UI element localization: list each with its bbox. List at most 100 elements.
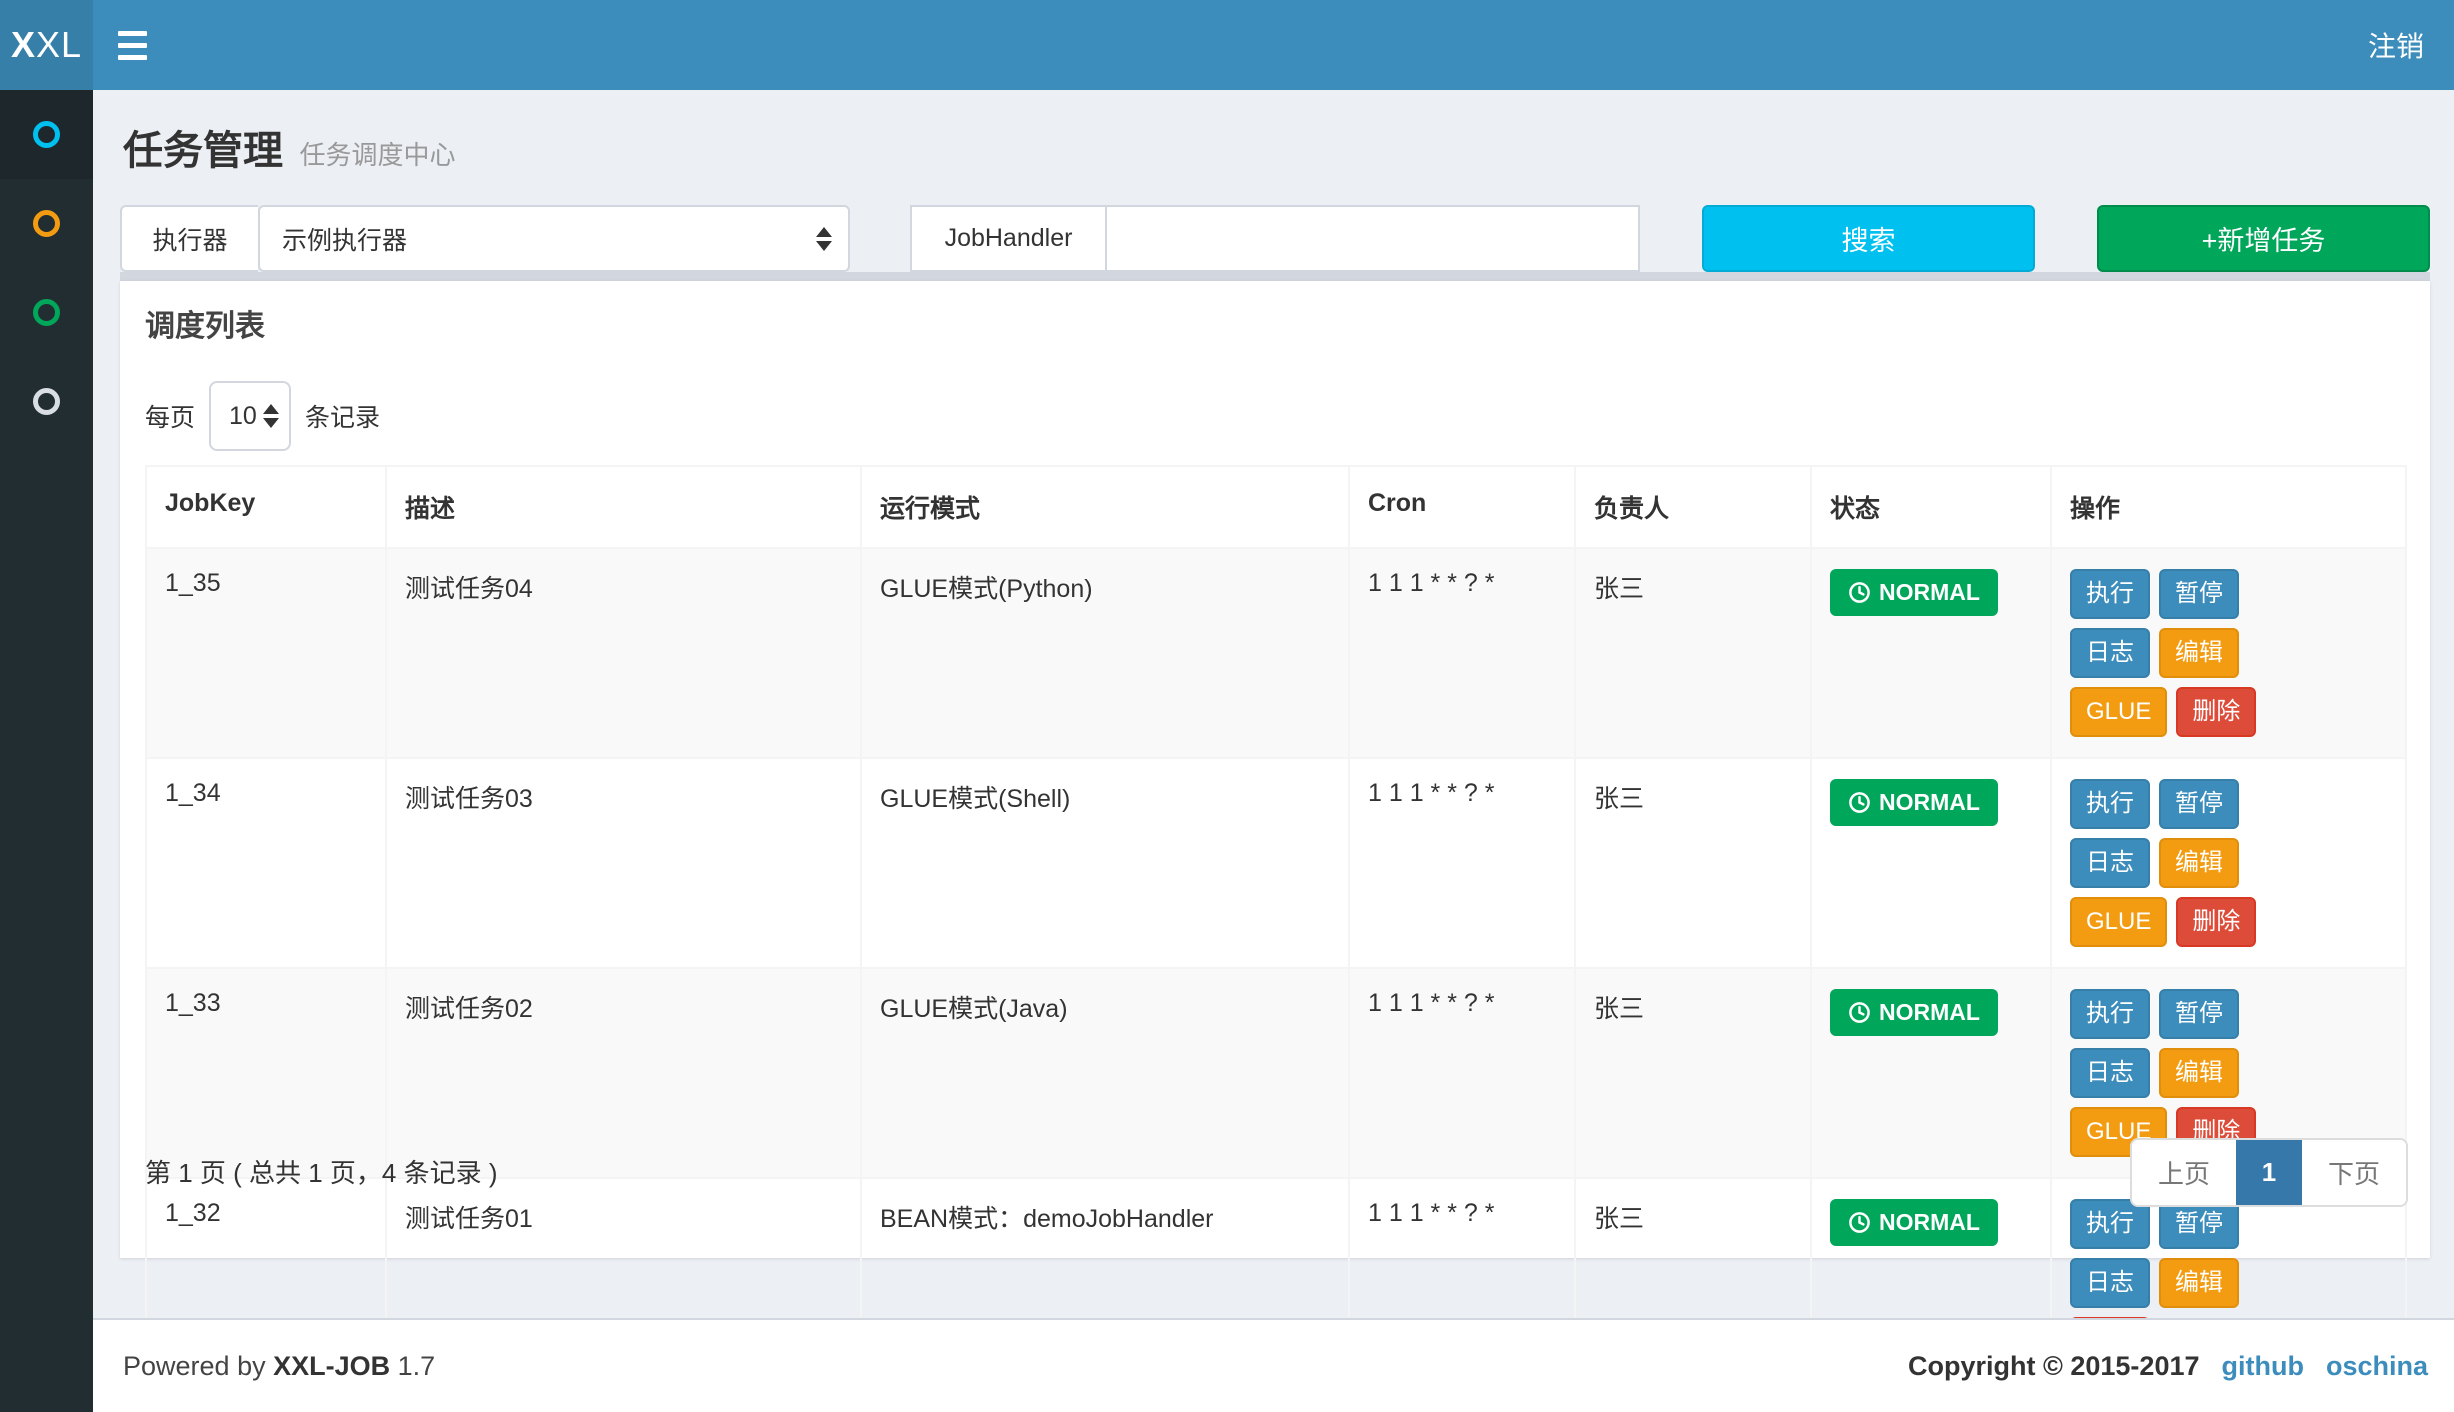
executor-filter-group: 执行器 示例执行器 bbox=[120, 205, 850, 272]
status-text: NORMAL bbox=[1879, 1209, 1980, 1236]
clock-icon bbox=[1848, 791, 1871, 814]
jobs-table-header-row: JobKey描述运行模式Cron负责人状态操作 bbox=[146, 466, 2406, 548]
cell-owner: 张三 bbox=[1575, 548, 1811, 758]
cell-mode: GLUE模式(Shell) bbox=[861, 758, 1349, 968]
action-button-blue-0[interactable]: 执行 bbox=[2070, 989, 2150, 1039]
panel-title: 调度列表 bbox=[145, 301, 265, 345]
action-button-blue-2[interactable]: 日志 bbox=[2070, 838, 2150, 888]
job-row-1_34: 1_34测试任务03GLUE模式(Shell)1 1 1 * * ? *张三NO… bbox=[146, 758, 2406, 968]
jobhandler-filter-group: JobHandler bbox=[910, 205, 1640, 272]
clock-icon bbox=[1848, 1211, 1871, 1234]
hamburger-icon bbox=[118, 31, 147, 36]
action-button-blue-0[interactable]: 执行 bbox=[2070, 779, 2150, 829]
action-button-red-5[interactable]: 删除 bbox=[2176, 687, 2256, 737]
circle-icon bbox=[33, 299, 60, 326]
pagination: 上页 1 下页 bbox=[2130, 1138, 2408, 1207]
jobhandler-label: JobHandler bbox=[910, 205, 1105, 272]
sidebar-item-help[interactable] bbox=[0, 357, 93, 446]
status-badge: NORMAL bbox=[1830, 779, 1998, 826]
search-button[interactable]: 搜索 bbox=[1702, 205, 2035, 272]
clock-icon bbox=[1848, 1001, 1871, 1024]
cell-desc: 测试任务03 bbox=[386, 758, 861, 968]
status-text: NORMAL bbox=[1879, 579, 1980, 606]
logo-bold: X bbox=[11, 24, 36, 66]
action-button-orange-3[interactable]: 编辑 bbox=[2159, 1258, 2239, 1308]
cell-desc: 测试任务02 bbox=[386, 968, 861, 1178]
next-page-button[interactable]: 下页 bbox=[2302, 1140, 2406, 1205]
toolbar-divider bbox=[120, 272, 2430, 281]
cell-cron: 1 1 1 * * ? * bbox=[1349, 968, 1575, 1178]
filter-toolbar: 执行器 示例执行器 JobHandler 搜索 +新增任务 bbox=[93, 205, 2454, 272]
sidebar-item-log-manage[interactable] bbox=[0, 179, 93, 268]
oschina-link[interactable]: oschina bbox=[2326, 1351, 2428, 1382]
cell-mode: GLUE模式(Java) bbox=[861, 968, 1349, 1178]
column-header[interactable]: 描述 bbox=[386, 466, 861, 548]
executor-label: 执行器 bbox=[120, 205, 258, 272]
action-button-red-5[interactable]: 删除 bbox=[2176, 897, 2256, 947]
page-header: 任务管理 任务调度中心 bbox=[123, 118, 455, 176]
cell-jobkey: 1_33 bbox=[146, 968, 386, 1178]
page-size-control: 每页 10 条记录 bbox=[145, 381, 380, 451]
action-button-blue-2[interactable]: 日志 bbox=[2070, 1048, 2150, 1098]
logo-rest: XL bbox=[36, 24, 82, 66]
action-button-orange-3[interactable]: 编辑 bbox=[2159, 1048, 2239, 1098]
product-version: 1.7 bbox=[398, 1351, 436, 1381]
circle-icon bbox=[33, 210, 60, 237]
column-header[interactable]: 运行模式 bbox=[861, 466, 1349, 548]
column-header[interactable]: Cron bbox=[1349, 466, 1575, 548]
action-button-orange-4[interactable]: GLUE bbox=[2070, 687, 2167, 737]
jobhandler-input[interactable] bbox=[1105, 205, 1640, 272]
top-navbar: XXL 注销 bbox=[0, 0, 2454, 90]
action-button-orange-3[interactable]: 编辑 bbox=[2159, 838, 2239, 888]
job-row-1_35: 1_35测试任务04GLUE模式(Python)1 1 1 * * ? *张三N… bbox=[146, 548, 2406, 758]
sidebar-nav bbox=[0, 90, 93, 1412]
job-row-1_33: 1_33测试任务02GLUE模式(Java)1 1 1 * * ? *张三NOR… bbox=[146, 968, 2406, 1178]
action-button-blue-0[interactable]: 执行 bbox=[2070, 569, 2150, 619]
select-arrows-icon bbox=[816, 227, 832, 251]
app-logo[interactable]: XXL bbox=[0, 0, 93, 90]
action-button-blue-1[interactable]: 暂停 bbox=[2159, 989, 2239, 1039]
sidebar-item-registry[interactable] bbox=[0, 268, 93, 357]
page-title: 任务管理 bbox=[123, 129, 283, 173]
cell-owner: 张三 bbox=[1575, 968, 1811, 1178]
cell-status: NORMAL bbox=[1811, 968, 2051, 1178]
page-size-prefix: 每页 bbox=[145, 398, 195, 434]
cell-desc: 测试任务04 bbox=[386, 548, 861, 758]
executor-select[interactable]: 示例执行器 bbox=[258, 205, 850, 272]
schedule-list-panel: 调度列表 每页 10 条记录 JobKey描述运行模式Cron负责人状态操作 1… bbox=[120, 281, 2430, 1258]
powered-by-text: Powered by XXL-JOB 1.7 bbox=[123, 1351, 435, 1382]
status-badge: NORMAL bbox=[1830, 569, 1998, 616]
cell-mode: GLUE模式(Python) bbox=[861, 548, 1349, 758]
clock-icon bbox=[1848, 581, 1871, 604]
action-button-blue-2[interactable]: 日志 bbox=[2070, 628, 2150, 678]
page-size-select[interactable]: 10 bbox=[209, 381, 291, 451]
action-button-blue-2[interactable]: 日志 bbox=[2070, 1258, 2150, 1308]
pagination-summary: 第 1 页 ( 总共 1 页，4 条记录 ) bbox=[145, 1153, 498, 1190]
circle-icon bbox=[33, 388, 60, 415]
action-button-blue-1[interactable]: 暂停 bbox=[2159, 569, 2239, 619]
logout-link[interactable]: 注销 bbox=[2338, 0, 2454, 90]
add-job-button[interactable]: +新增任务 bbox=[2097, 205, 2430, 272]
page-subtitle: 任务调度中心 bbox=[299, 140, 455, 170]
sidebar-item-job-manage[interactable] bbox=[0, 90, 93, 179]
copyright-text: Copyright © 2015-2017 bbox=[1908, 1351, 2200, 1382]
prev-page-button[interactable]: 上页 bbox=[2132, 1140, 2236, 1205]
page-size-value: 10 bbox=[229, 402, 257, 431]
executor-selected-value: 示例执行器 bbox=[282, 221, 407, 257]
status-text: NORMAL bbox=[1879, 789, 1980, 816]
github-link[interactable]: github bbox=[2222, 1351, 2304, 1382]
current-page-button[interactable]: 1 bbox=[2236, 1140, 2302, 1205]
select-arrows-icon bbox=[263, 404, 279, 428]
action-button-blue-1[interactable]: 暂停 bbox=[2159, 779, 2239, 829]
cell-status: NORMAL bbox=[1811, 548, 2051, 758]
column-header[interactable]: 负责人 bbox=[1575, 466, 1811, 548]
column-header[interactable]: JobKey bbox=[146, 466, 386, 548]
cell-cron: 1 1 1 * * ? * bbox=[1349, 548, 1575, 758]
sidebar-toggle-button[interactable] bbox=[93, 0, 171, 90]
action-button-orange-3[interactable]: 编辑 bbox=[2159, 628, 2239, 678]
action-button-orange-4[interactable]: GLUE bbox=[2070, 897, 2167, 947]
column-header[interactable]: 操作 bbox=[2051, 466, 2406, 548]
cell-jobkey: 1_34 bbox=[146, 758, 386, 968]
page-footer: Powered by XXL-JOB 1.7 Copyright © 2015-… bbox=[93, 1318, 2454, 1412]
column-header[interactable]: 状态 bbox=[1811, 466, 2051, 548]
